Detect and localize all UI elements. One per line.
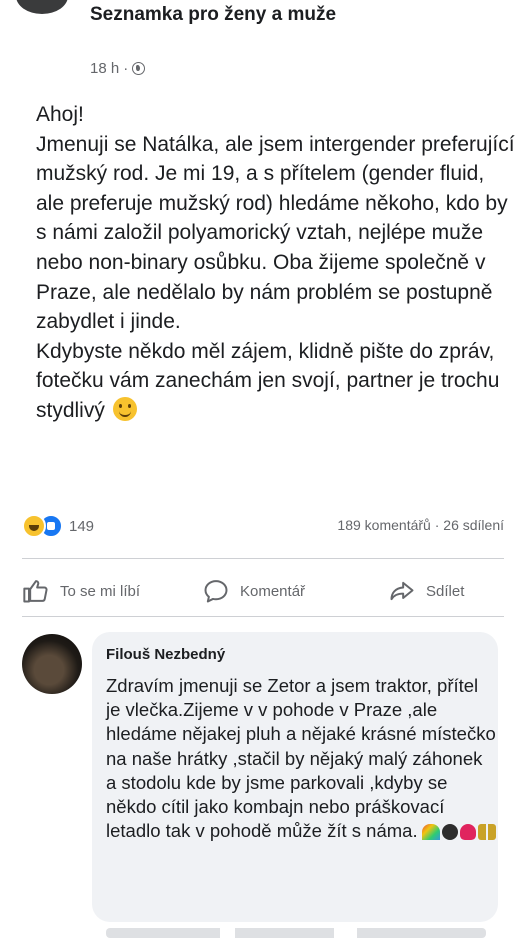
comment-body: Zdravím jmenuji se Zetor a jsem traktor,… [106,675,496,842]
comment-label: Komentář [240,582,306,600]
divider-top [22,558,504,559]
share-label: Sdílet [426,582,465,600]
heart-icon [459,824,476,841]
comment-author[interactable]: Filouš Nezbedný [106,646,225,663]
divider-bottom [22,616,504,617]
rainbow-icon [421,824,440,841]
meta-separator: · [123,60,129,77]
counts-separator: · [434,517,440,533]
comments-count[interactable]: 189 komentářů [337,517,430,533]
speech-bubble-icon [204,580,228,603]
tractor-icon [441,824,458,841]
share-arrow-icon [390,581,414,601]
reactions-summary[interactable]: 149 [22,514,94,538]
post-time[interactable]: 18 h [90,60,119,77]
comment-button[interactable]: Komentář [202,576,305,606]
globe-icon [132,62,146,75]
share-button[interactable]: Sdílet [388,576,464,606]
shares-count[interactable]: 26 sdílení [443,517,504,533]
grinning-face-icon [112,396,137,421]
comment-text: Zdravím jmenuji se Zetor a jsem traktor,… [106,674,496,843]
commenter-avatar[interactable] [22,634,82,694]
people-icon [477,824,496,841]
next-comment-cutoff [106,928,486,938]
like-button[interactable]: To se mi líbí [22,576,140,606]
group-name-link[interactable]: Seznamka pro ženy a muže [90,2,390,27]
post-body-text: Ahoj! Jmenuji se Natálka, ale jsem inter… [36,103,515,422]
post-body: Ahoj! Jmenuji se Natálka, ale jsem inter… [36,100,516,426]
haha-reaction-icon [22,514,46,538]
engagement-counts: 189 komentářů · 26 sdílení [337,517,504,533]
facebook-post-screen: Seznamka pro ženy a muže 18 h · Ahoj! Jm… [0,0,526,938]
group-avatar[interactable] [16,0,68,14]
thumbs-up-icon [23,580,48,603]
comment-emojis [421,824,496,841]
post-meta: 18 h · [90,60,146,77]
post-stats: 149 189 komentářů · 26 sdílení [22,514,504,540]
reaction-count: 149 [69,517,95,535]
like-label: To se mi líbí [60,582,141,600]
